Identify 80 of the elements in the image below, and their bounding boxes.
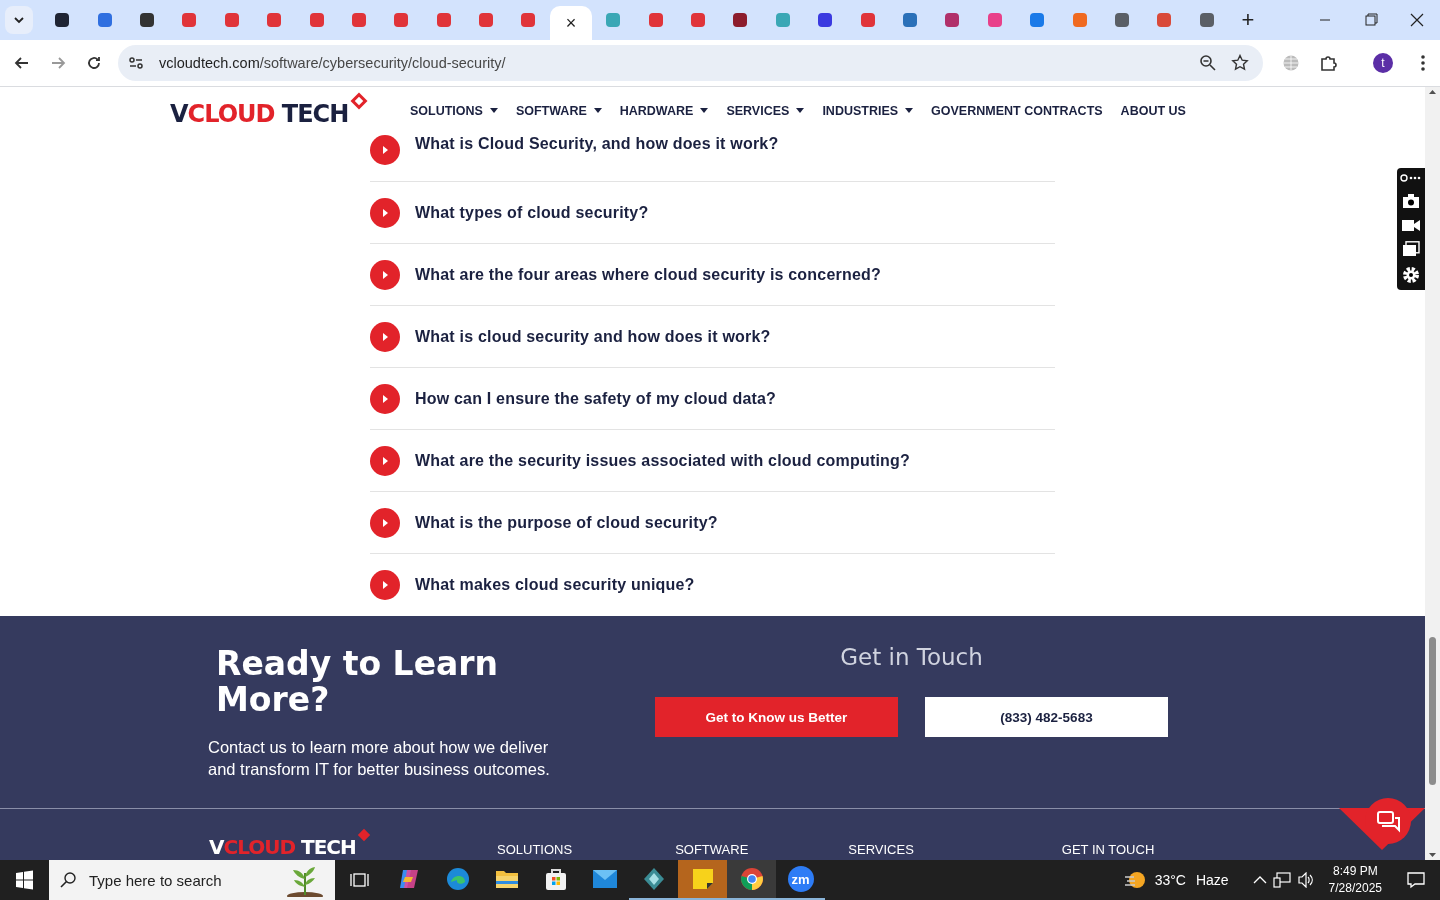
weather-temperature[interactable]: 33°C — [1154, 872, 1186, 888]
network-icon[interactable] — [1272, 872, 1291, 888]
play-icon[interactable] — [370, 321, 400, 352]
footer-column-heading: GET IN TOUCH — [1061, 842, 1155, 857]
caret-icon — [796, 108, 805, 114]
nav-link[interactable]: GOVERNMENT CONTRACTS — [931, 104, 1103, 118]
bookmark-star-icon[interactable] — [1231, 54, 1249, 72]
nav-link[interactable]: SOLUTIONS — [410, 104, 498, 118]
faq-question[interactable]: How can I ensure the safety of my cloud data? — [415, 389, 777, 408]
cta-heading: Ready to Learn More? — [216, 646, 500, 718]
caret-icon — [489, 108, 498, 114]
caret-icon — [593, 108, 602, 114]
know-us-button[interactable]: Get to Know us Better — [655, 697, 898, 737]
close-tab-button[interactable]: × — [562, 12, 580, 34]
zoom-icon[interactable] — [1199, 54, 1217, 72]
play-icon[interactable] — [370, 445, 400, 476]
sticky-note-icon — [691, 868, 714, 890]
vcloud-tech-logo[interactable]: VCLOUD TECH — [209, 835, 356, 859]
footer-column-heading: SOFTWARE — [675, 842, 749, 857]
new-tab-button[interactable]: + — [1232, 7, 1263, 33]
faq-question[interactable]: What is cloud security and how does it work? — [415, 327, 771, 346]
scrollbar-thumb[interactable] — [1429, 637, 1436, 785]
play-icon[interactable] — [370, 383, 400, 414]
notification-icon[interactable] — [1406, 870, 1426, 890]
site-settings-icon[interactable] — [127, 54, 145, 72]
faq-question[interactable]: What is Cloud Security, and how does it work? — [415, 135, 779, 153]
menu-icon[interactable] — [1420, 54, 1426, 72]
camera-icon[interactable] — [1402, 193, 1420, 209]
window-icon[interactable] — [1402, 241, 1420, 257]
extension-dots-icon[interactable] — [1400, 172, 1422, 184]
folder-icon — [494, 869, 519, 889]
play-icon[interactable] — [370, 135, 400, 165]
footer-column-heading: SERVICES — [848, 842, 914, 857]
faq-question[interactable]: What makes cloud security unique? — [415, 576, 695, 594]
nav-link[interactable]: SERVICES — [726, 104, 805, 118]
clock-time[interactable]: 8:49 PM — [1332, 863, 1378, 880]
faq-question[interactable]: What are the security issues associated with cloud computing? — [415, 451, 910, 470]
cta-text: Contact us to learn more about how we deliver and transform IT for better business outcomes. — [208, 737, 551, 780]
scrollbar[interactable] — [1425, 87, 1440, 860]
play-icon[interactable] — [370, 570, 400, 600]
faq-question[interactable]: What are the four areas where cloud security is concerned? — [415, 265, 881, 284]
envelope-icon — [591, 869, 618, 889]
caret-icon — [905, 108, 914, 114]
play-icon[interactable] — [370, 507, 400, 538]
taskbar-search-field[interactable]: Type here to search — [49, 860, 335, 900]
caret-icon — [700, 108, 709, 114]
chevron-up-icon[interactable] — [1252, 875, 1267, 885]
shopping-bag-icon — [543, 867, 568, 891]
taskbar-app[interactable]: zm — [776, 860, 825, 900]
phone-button[interactable]: (833) 482-5683 — [925, 697, 1168, 737]
chat-widget-button[interactable] — [1339, 798, 1425, 850]
nav-link[interactable]: SOFTWARE — [515, 104, 602, 118]
tab-search-button[interactable] — [5, 6, 33, 34]
faq-question[interactable]: What types of cloud security? — [415, 203, 649, 222]
nav-link[interactable]: INDUSTRIES — [822, 104, 914, 118]
tab[interactable]: × — [549, 6, 593, 40]
footer-column-heading: SOLUTIONS — [497, 842, 573, 857]
weather-condition[interactable]: Haze — [1195, 872, 1229, 888]
extensions-icon[interactable] — [1319, 53, 1339, 73]
video-camera-icon[interactable] — [1402, 218, 1420, 232]
gem-icon — [641, 867, 666, 891]
settings-icon[interactable] — [1402, 266, 1420, 284]
play-icon[interactable] — [370, 197, 400, 228]
taskbar-app[interactable] — [727, 860, 776, 900]
chrome-icon — [739, 867, 764, 891]
play-icon[interactable] — [370, 259, 400, 290]
search-icon — [59, 871, 77, 889]
url-text: vcloudtech.com/software/cybersecurity/cloud-security/ — [159, 55, 506, 71]
contact-heading: Get in Touch — [840, 644, 983, 670]
vcloud-tech-logo[interactable]: VCLOUD TECH — [170, 100, 349, 128]
chevron-down-icon — [13, 14, 25, 26]
profile-avatar[interactable]: t — [1373, 53, 1393, 73]
clock-date[interactable]: 7/28/2025 — [1328, 880, 1382, 897]
volume-icon[interactable] — [1296, 872, 1315, 888]
nav-link[interactable]: HARDWARE — [619, 104, 709, 118]
zoom-app-icon: zm — [787, 866, 814, 892]
address-bar[interactable]: vcloudtech.com/software/cybersecurity/cloud-security/ — [118, 45, 1263, 81]
browser-swirl-icon — [445, 867, 470, 891]
faq-question[interactable]: What is the purpose of cloud security? — [415, 513, 718, 532]
nav-link[interactable]: ABOUT US — [1120, 104, 1186, 118]
